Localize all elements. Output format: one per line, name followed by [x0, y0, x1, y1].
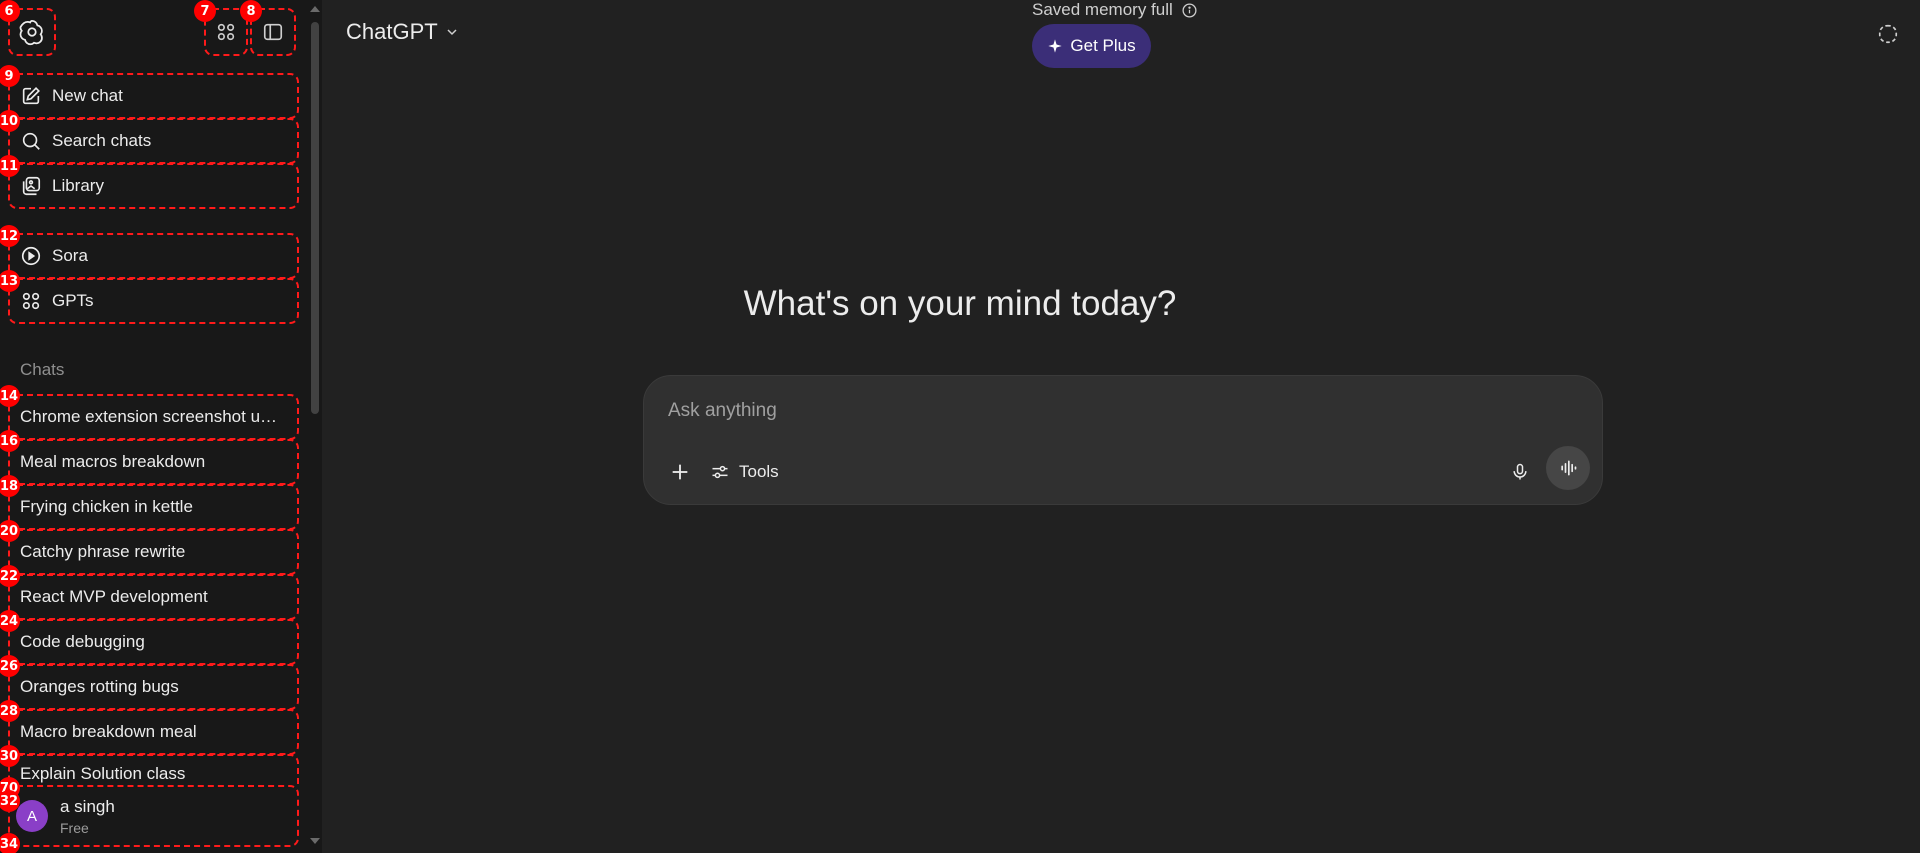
dashed-circle-icon [1878, 24, 1898, 44]
plus-icon [672, 464, 688, 480]
library-button[interactable]: Library [8, 164, 299, 208]
sidebar: 6 7 8 9 New chat 10 Search chats 11 Libr… [0, 0, 322, 853]
dictate-button[interactable] [1504, 456, 1536, 488]
play-circle-icon [21, 246, 41, 266]
edit-icon [22, 87, 40, 105]
sidebar-toggle-icon[interactable] [254, 12, 292, 52]
tools-label: Tools [739, 462, 779, 481]
sora-button[interactable]: Sora [8, 234, 299, 278]
memory-status-text: Saved memory full [1032, 0, 1173, 19]
chat-title: React MVP development [20, 587, 208, 606]
sora-label: Sora [52, 246, 88, 265]
chats-heading: Chats [20, 360, 65, 379]
sliders-icon [712, 465, 728, 479]
chevron-down-icon [447, 29, 457, 36]
search-icon [22, 132, 40, 150]
sidebar-scroll-area[interactable]: 6 7 8 9 New chat 10 Search chats 11 Libr… [0, 0, 308, 853]
get-plus-button[interactable]: Get Plus [1032, 24, 1151, 68]
headline-text: What's on your mind today? [743, 284, 1177, 323]
chat-list-item[interactable]: Chrome extension screenshot u… [8, 395, 299, 439]
chat-title: Meal macros breakdown [20, 452, 206, 471]
prompt-input[interactable] [668, 396, 1568, 426]
attach-button[interactable] [664, 456, 696, 488]
scrollbar-thumb[interactable] [311, 22, 319, 414]
tools-button[interactable]: Tools [710, 456, 779, 488]
chat-list-item[interactable]: Catchy phrase rewrite [8, 530, 299, 574]
page-title: What's on your mind today? [0, 284, 1920, 324]
scroll-up-arrow-icon[interactable] [310, 6, 320, 12]
temporary-chat-button[interactable] [1874, 20, 1902, 48]
memory-status: Saved memory full [1032, 0, 1198, 20]
search-chats-label: Search chats [52, 131, 152, 150]
chat-title: Oranges rotting bugs [20, 677, 179, 696]
chat-list-item[interactable]: Macro breakdown meal [8, 710, 299, 754]
model-name: ChatGPT [346, 19, 438, 44]
voice-mode-button[interactable] [1546, 446, 1590, 490]
chat-title: Code debugging [20, 632, 145, 651]
info-icon[interactable] [1181, 2, 1198, 19]
annotation-badge: 34 [0, 833, 20, 853]
waveform-icon [1561, 460, 1577, 476]
chat-title: Frying chicken in kettle [20, 497, 193, 516]
new-chat-label: New chat [52, 86, 123, 105]
scroll-down-arrow-icon[interactable] [310, 838, 320, 844]
chat-list-item[interactable]: React MVP development [8, 575, 299, 619]
sidebar-scrollbar[interactable] [308, 0, 322, 853]
chat-list-item[interactable]: Meal macros breakdown [8, 440, 299, 484]
chat-title: Chrome extension screenshot u… [20, 407, 278, 426]
chat-list-item[interactable]: Code debugging [8, 620, 299, 664]
openai-logo-icon[interactable] [12, 12, 52, 52]
chat-title: Catchy phrase rewrite [20, 542, 186, 561]
library-label: Library [52, 176, 104, 195]
search-chats-button[interactable]: Search chats [8, 119, 299, 163]
model-selector[interactable]: ChatGPT [346, 16, 460, 48]
library-icon [22, 176, 41, 196]
chat-title: Macro breakdown meal [20, 722, 197, 741]
get-plus-label: Get Plus [1070, 36, 1136, 55]
new-chat-button[interactable]: New chat [8, 74, 299, 118]
annotation-badge: 8 [240, 0, 262, 22]
mic-icon [1513, 463, 1527, 480]
chat-list-item[interactable]: Frying chicken in kettle [8, 485, 299, 529]
chat-title: Explain Solution class [20, 764, 186, 783]
sparkle-icon [1048, 39, 1063, 53]
chat-list-item[interactable]: Oranges rotting bugs [8, 665, 299, 709]
composer: Tools [643, 375, 1603, 505]
annotation-badge: 7 [194, 0, 216, 22]
